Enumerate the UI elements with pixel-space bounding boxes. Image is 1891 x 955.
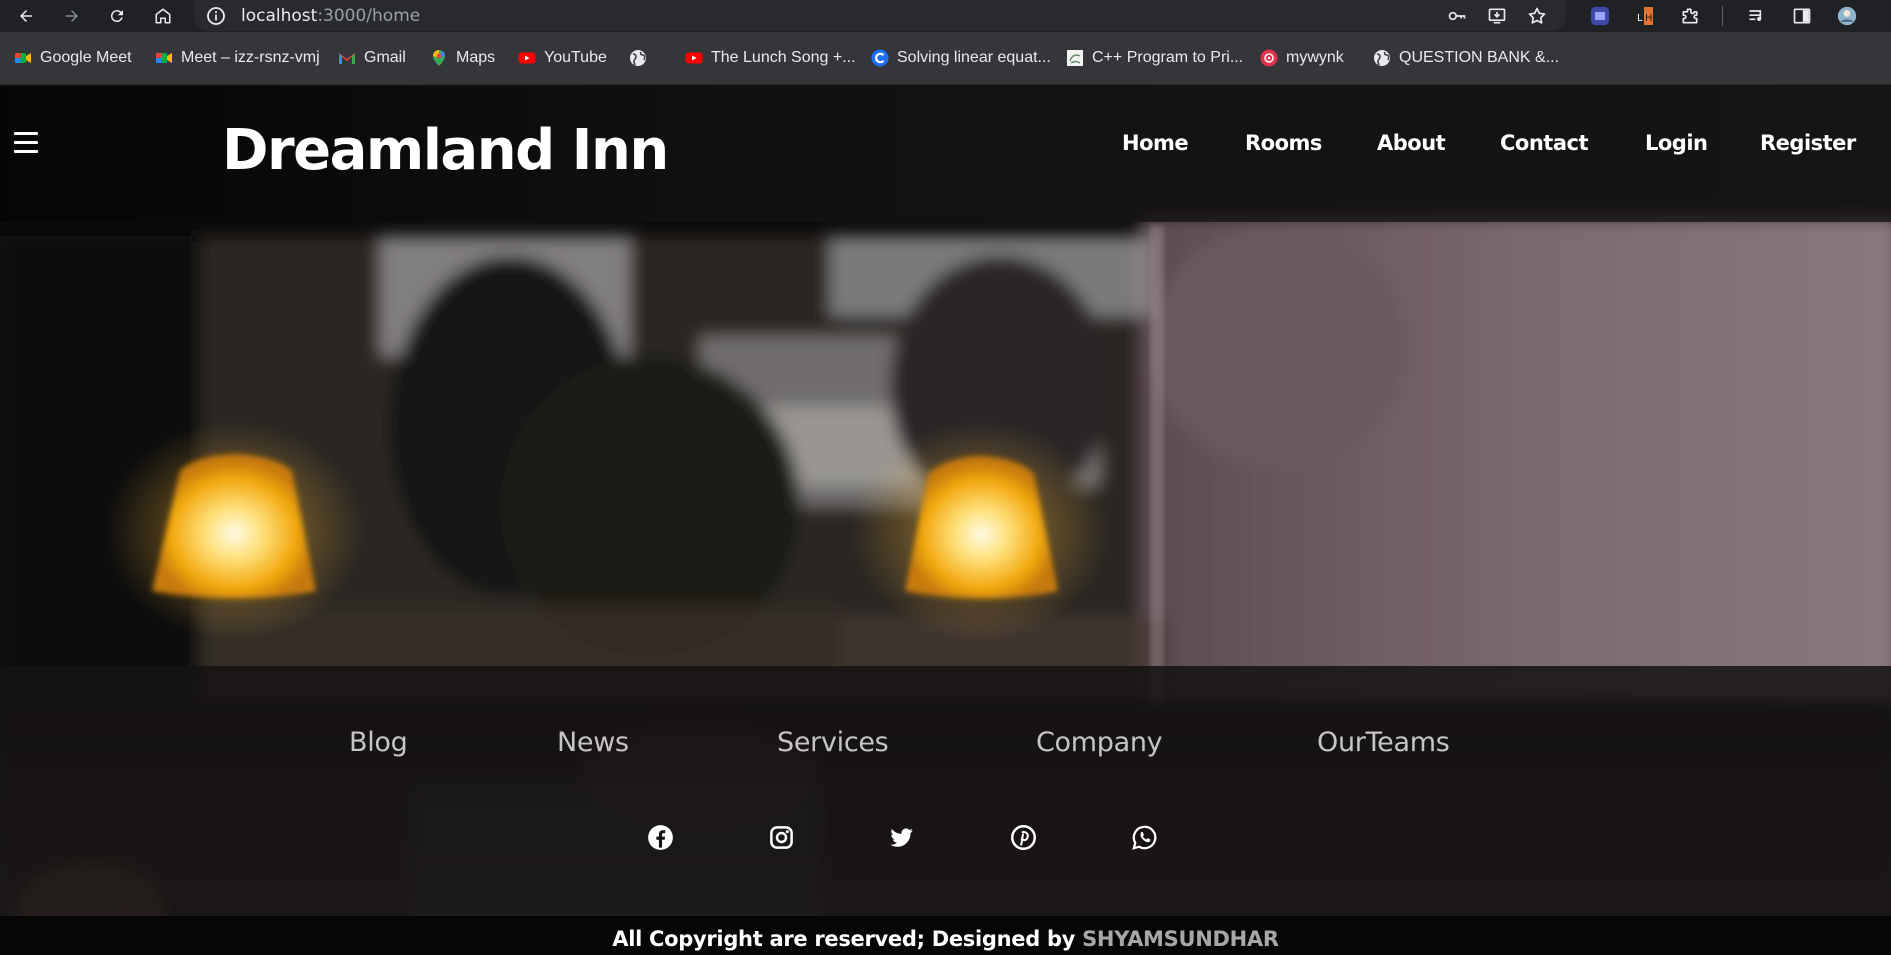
bookmark-mywynk[interactable]: mywynk [1260, 46, 1344, 70]
password-key-icon[interactable] [1446, 5, 1468, 27]
bookmark-meet-izz[interactable]: Meet – izz-rsnz-vmj [155, 46, 320, 70]
bookmarks-bar: Google Meet Meet – izz-rsnz-vmj Gmail Ma… [0, 32, 1891, 85]
bookmark-question-bank[interactable]: QUESTION BANK &... [1373, 46, 1559, 70]
youtube-icon [685, 49, 703, 67]
nav-rooms[interactable]: Rooms [1245, 130, 1322, 156]
side-panel-icon[interactable] [1790, 4, 1814, 28]
profile-avatar-icon[interactable] [1835, 4, 1859, 28]
bookmark-label: Gmail [364, 49, 406, 66]
bookmark-label: Meet – izz-rsnz-vmj [181, 49, 320, 66]
copyright-prefix: All Copyright are reserved; Designed by [612, 927, 1083, 951]
nav-contact[interactable]: Contact [1500, 130, 1589, 156]
bookmark-label: mywynk [1286, 49, 1344, 66]
toolbar-separator [1722, 6, 1723, 26]
c-logo-icon [871, 49, 889, 67]
facebook-icon[interactable] [645, 822, 675, 852]
bookmark-label: YouTube [544, 49, 607, 66]
site-icon [1066, 49, 1084, 67]
install-app-icon[interactable] [1486, 5, 1508, 27]
reload-button[interactable] [105, 4, 129, 28]
pinterest-icon[interactable] [1008, 822, 1038, 852]
bookmark-label: Solving linear equat... [897, 49, 1051, 66]
bookmark-label: The Lunch Song +... [711, 49, 856, 66]
bookmark-solving-linear[interactable]: Solving linear equat... [871, 46, 1051, 70]
copyright-author[interactable]: SHYAMSUNDHAR [1082, 927, 1279, 951]
instagram-icon[interactable] [766, 822, 796, 852]
gmail-icon [338, 49, 356, 67]
bookmark-label: Maps [456, 49, 496, 66]
globe-icon [1373, 49, 1391, 67]
site-footer: Blog News Services Company OurTeams All … [0, 666, 1891, 955]
site-brand[interactable]: Dreamland Inn [222, 116, 669, 186]
page-viewport: Dreamland Inn Home Rooms About Contact L… [0, 86, 1891, 955]
reload-icon [110, 10, 123, 23]
media-queue-icon[interactable] [1745, 4, 1769, 28]
bookmark-label: QUESTION BANK &... [1399, 49, 1560, 66]
url-path: :3000/home [317, 6, 421, 26]
footer-link-services[interactable]: Services [777, 726, 889, 760]
hamburger-menu-icon[interactable] [14, 132, 38, 154]
footer-link-company[interactable]: Company [1036, 726, 1163, 760]
bookmark-maps[interactable]: Maps [430, 46, 495, 70]
whatsapp-icon[interactable] [1129, 822, 1159, 852]
home-button[interactable] [151, 4, 175, 28]
bookmark-globe[interactable] [629, 46, 647, 70]
bookmark-label: Google Meet [40, 49, 132, 66]
twitter-icon[interactable] [886, 822, 916, 852]
footer-link-news[interactable]: News [557, 726, 629, 760]
back-button[interactable] [14, 4, 38, 28]
wynk-icon [1260, 49, 1278, 67]
home-icon [155, 8, 171, 24]
bookmark-star-icon[interactable] [1526, 5, 1548, 27]
forward-arrow-icon [66, 10, 78, 22]
nav-login[interactable]: Login [1645, 130, 1708, 156]
google-meet-icon [155, 49, 173, 67]
nav-about[interactable]: About [1377, 130, 1446, 156]
bookmark-gmail[interactable]: Gmail [338, 46, 406, 70]
maps-icon [430, 49, 448, 67]
bookmark-label: C++ Program to Pri... [1092, 49, 1244, 66]
forward-button[interactable] [60, 4, 84, 28]
bookmark-lunch-song[interactable]: The Lunch Song +... [685, 46, 856, 70]
footer-overlay [0, 666, 1891, 916]
bookmark-google-meet[interactable]: Google Meet [14, 46, 132, 70]
url-text[interactable]: localhost:3000/home [241, 6, 420, 26]
nav-home[interactable]: Home [1122, 130, 1189, 156]
youtube-icon [518, 49, 536, 67]
hero-image [0, 222, 1891, 666]
svg-text:L: L [1637, 13, 1643, 24]
footer-link-blog[interactable]: Blog [349, 726, 408, 760]
nav-register[interactable]: Register [1760, 130, 1856, 156]
extension-blue-icon[interactable] [1588, 4, 1612, 28]
svg-text:H: H [1645, 13, 1653, 24]
back-arrow-icon [20, 10, 32, 22]
site-info-icon[interactable] [206, 6, 226, 26]
browser-toolbar: localhost:3000/home LH [0, 0, 1891, 32]
extension-lh-icon[interactable]: LH [1632, 4, 1656, 28]
extensions-puzzle-icon[interactable] [1678, 4, 1702, 28]
bookmark-youtube[interactable]: YouTube [518, 46, 607, 70]
bookmark-cpp-program[interactable]: C++ Program to Pri... [1066, 46, 1243, 70]
copyright-bar: All Copyright are reserved; Designed by … [0, 916, 1891, 955]
footer-link-ourteams[interactable]: OurTeams [1317, 726, 1450, 760]
copyright-text: All Copyright are reserved; Designed by … [0, 926, 1891, 952]
site-header: Dreamland Inn Home Rooms About Contact L… [0, 86, 1891, 222]
address-bar[interactable]: localhost:3000/home [194, 0, 1566, 31]
url-host: localhost [241, 6, 318, 26]
google-meet-icon [14, 49, 32, 67]
globe-icon [629, 49, 647, 67]
